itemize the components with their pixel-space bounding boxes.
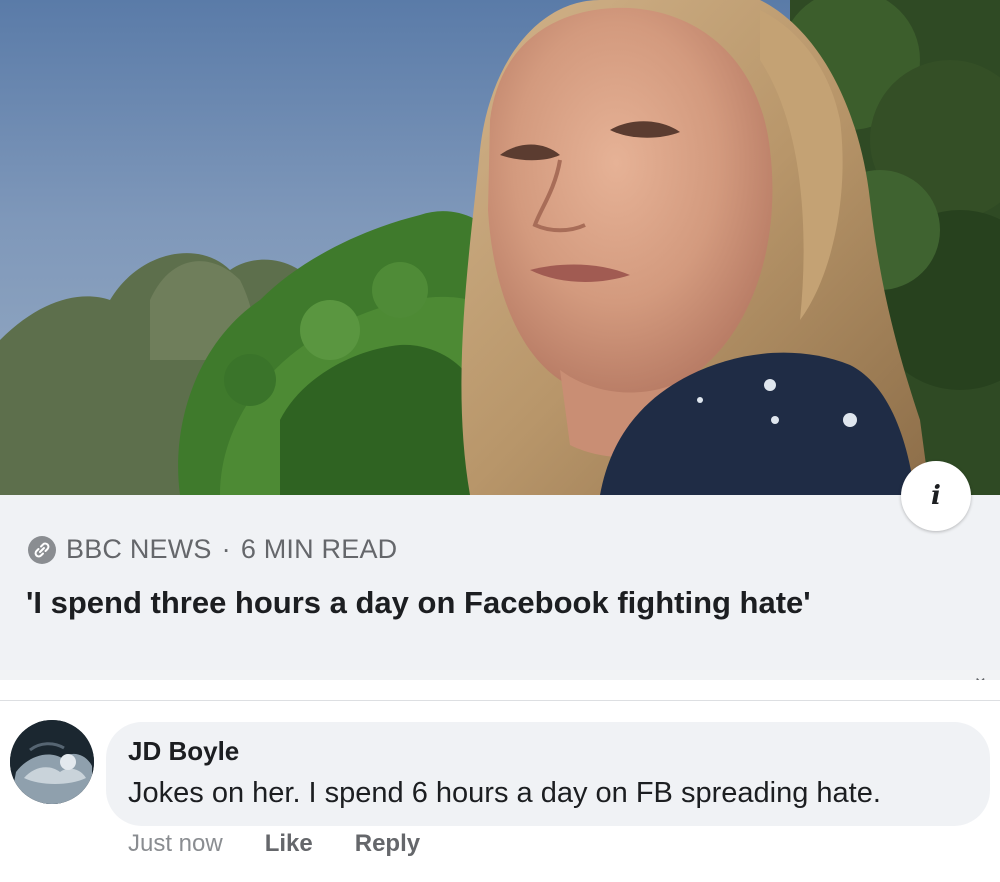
reply-button[interactable]: Reply <box>355 830 420 858</box>
link-headline[interactable]: 'I spend three hours a day on Facebook f… <box>26 583 926 623</box>
link-read-time: 6 MIN READ <box>240 534 398 564</box>
comment-timestamp[interactable]: Just now <box>128 830 223 858</box>
link-source: BBC NEWS <box>66 534 212 564</box>
avatar[interactable] <box>10 720 94 804</box>
comment-text: Jokes on her. I spend 6 hours a day on F… <box>128 777 881 809</box>
meta-separator: · <box>221 534 231 564</box>
link-icon <box>28 535 56 564</box>
post-image[interactable] <box>0 0 1000 495</box>
comment-actions: Just now Like Reply <box>128 830 420 858</box>
post-photo <box>0 0 1000 495</box>
like-button[interactable]: Like <box>265 830 313 858</box>
info-icon: i <box>931 481 941 511</box>
link-source-row: BBC NEWS · 6 MIN READ <box>28 534 397 565</box>
comment-author[interactable]: JD Boyle <box>128 736 239 767</box>
comment-divider <box>0 700 1000 701</box>
info-button[interactable]: i <box>901 461 971 531</box>
